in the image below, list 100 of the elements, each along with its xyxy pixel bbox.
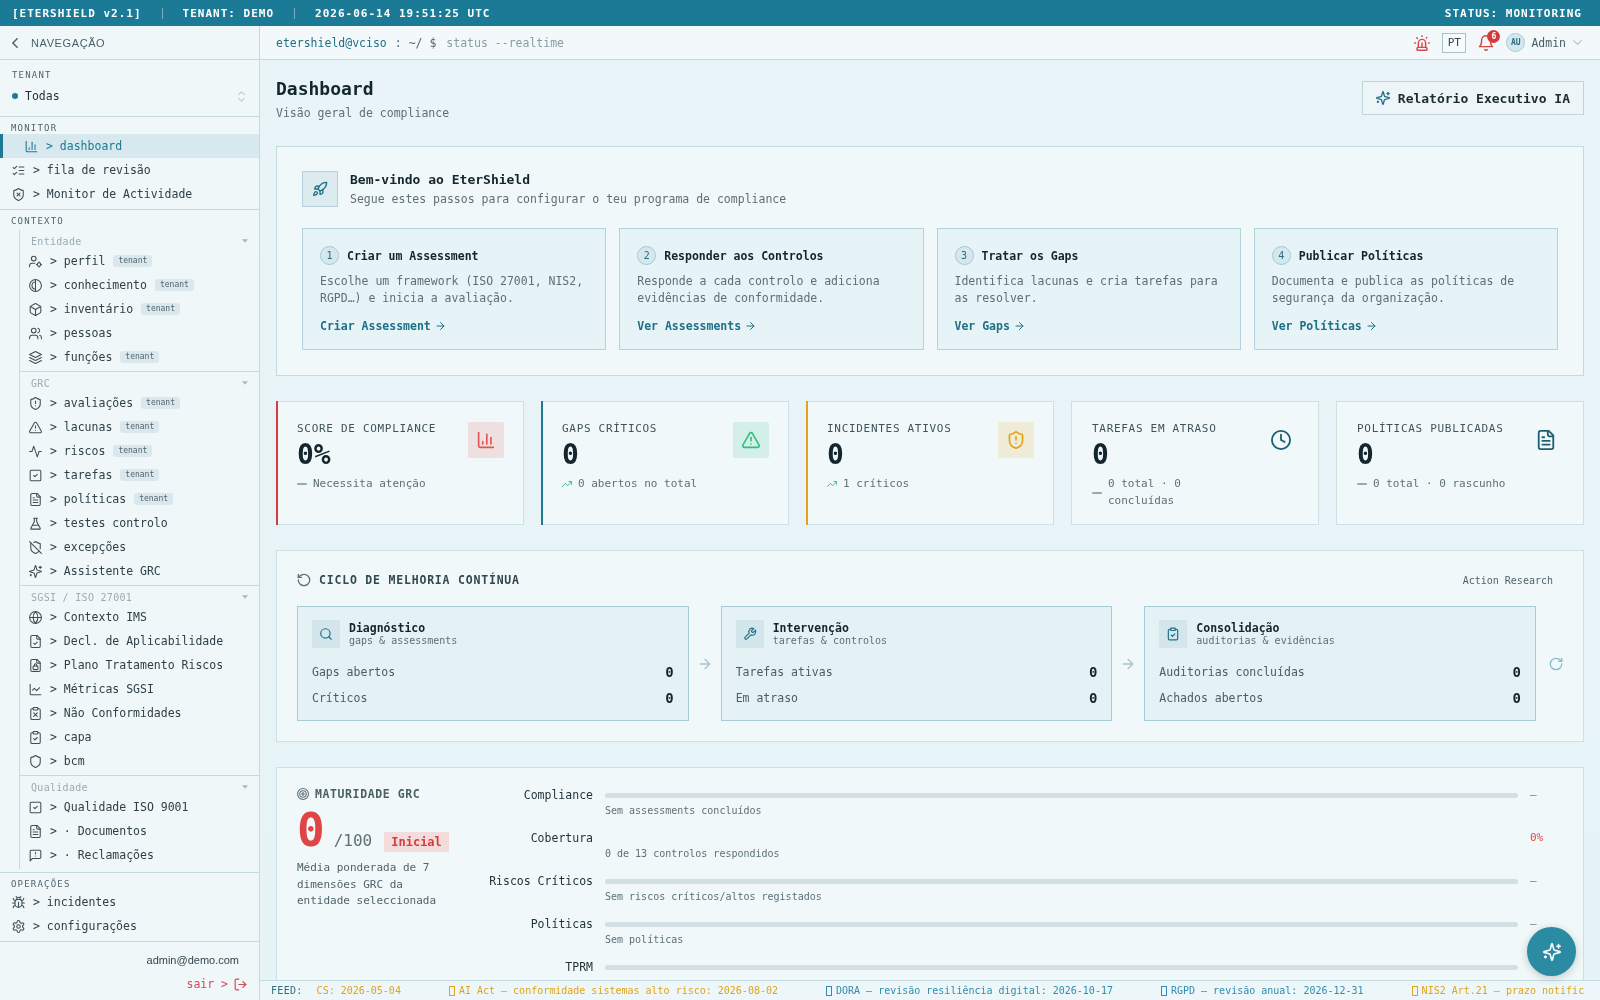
- nav-item[interactable]: > capa: [20, 725, 259, 749]
- kpi-value: 0: [562, 439, 580, 471]
- nav-item[interactable]: > conhecimento: [20, 273, 153, 297]
- scope-tag: tenant: [141, 303, 180, 315]
- warning-triangle-icon: [29, 420, 42, 434]
- nav-item[interactable]: > avaliações: [20, 391, 140, 415]
- dimension-label: Políticas: [530, 916, 593, 933]
- step-link[interactable]: Ver Assessments: [637, 318, 756, 334]
- nav-item[interactable]: > dashboard: [0, 134, 259, 158]
- dimension-caption: Sem políticas: [605, 933, 684, 947]
- step-link[interactable]: Ver Gaps: [954, 318, 1024, 334]
- kpi-note: 0 total · 0 rascunho: [1373, 476, 1506, 492]
- nav-item[interactable]: > Decl. de Aplicabilidade: [20, 629, 259, 653]
- nav-item[interactable]: > · Reclamações: [20, 843, 259, 867]
- nav-item[interactable]: > configurações: [0, 914, 259, 938]
- welcome-title: Bem-vindo ao EterShield: [350, 171, 531, 189]
- back-button[interactable]: NAVEGAÇÃO: [10, 34, 108, 51]
- tenant-select[interactable]: Todas: [12, 85, 245, 107]
- dimension-caption: 0 de 13 controlos respondidos: [605, 847, 780, 861]
- step-title: Criar um Assessment: [347, 248, 479, 263]
- kpi-label: POLÍTICAS PUBLICADAS: [1357, 422, 1505, 436]
- metric-value: 0: [1088, 690, 1098, 706]
- metric-value: 0: [1512, 664, 1521, 680]
- section-label: MONITOR: [10, 122, 59, 134]
- users-icon: [29, 326, 42, 340]
- report-button[interactable]: Relatório Executivo IA: [1361, 81, 1584, 115]
- dimension-label: Riscos Críticos: [489, 873, 593, 890]
- step-link[interactable]: Ver Políticas: [1271, 318, 1376, 334]
- metric-value: 0: [1088, 664, 1098, 680]
- nav-item[interactable]: > incidentes: [0, 890, 259, 914]
- nav-item[interactable]: > Monitor de Actividade: [0, 182, 259, 206]
- square-check-icon: [29, 468, 42, 482]
- nav-item[interactable]: > lacunas: [20, 415, 119, 439]
- logout-button[interactable]: sair >: [186, 976, 247, 992]
- step-description: Escolhe um framework (ISO 27001, NIS2, RGPD…) e inicia a avaliação.: [320, 273, 585, 307]
- step-link[interactable]: Criar Assessment: [320, 318, 445, 334]
- nav-item[interactable]: > funções: [20, 345, 119, 369]
- wrench-icon: [735, 620, 764, 648]
- nav-item[interactable]: > Plano Tratamento Riscos: [20, 653, 259, 677]
- dimension-label: Compliance: [523, 787, 593, 804]
- nav-item[interactable]: > riscos: [20, 439, 112, 463]
- kpi-label: INCIDENTES ATIVOS: [827, 422, 953, 436]
- dimension-value: —: [1530, 873, 1537, 889]
- section-label: TENANT: [12, 69, 53, 81]
- nav-item[interactable]: > perfil: [20, 249, 112, 273]
- nav-item[interactable]: > testes controlo: [20, 511, 259, 535]
- scope-tag: tenant: [120, 421, 160, 433]
- stage-title: Diagnóstico: [349, 621, 427, 635]
- sparkles-icon: [1375, 91, 1390, 105]
- kpi-value: 0%: [297, 439, 332, 471]
- maturity-description: Média ponderada de 7 dimensões GRC da entidade seleccionada: [297, 860, 438, 909]
- siren-icon[interactable]: [1414, 34, 1431, 51]
- step-description: Responde a cada controlo e adiciona evidências de conformidade.: [637, 273, 881, 307]
- step-title: Responder aos Controlos: [664, 248, 824, 263]
- user-gear-icon: [29, 254, 42, 268]
- step-number: 3: [954, 246, 974, 265]
- stage-title: Consolidação: [1196, 621, 1281, 635]
- nav-item[interactable]: > Não Conformidades: [20, 701, 259, 725]
- scope-tag: tenant: [154, 279, 194, 291]
- step-title: Tratar os Gaps: [981, 248, 1079, 263]
- search-icon: [312, 620, 340, 648]
- stage-subtitle: tarefas & controlos: [772, 635, 888, 647]
- nav-item[interactable]: > Qualidade ISO 9001: [20, 795, 259, 819]
- dimension-value: 0%: [1530, 830, 1544, 846]
- nav-item[interactable]: > Métricas SGSI: [20, 677, 259, 701]
- nav-item[interactable]: > excepções: [20, 535, 259, 559]
- kpi-note: 0 total · 0 concluídas: [1108, 476, 1182, 509]
- prompt-user: etershield@vciso: [276, 35, 387, 50]
- nav-item[interactable]: > · Documentos: [20, 819, 259, 843]
- step-number: 1: [320, 246, 339, 265]
- nav-item[interactable]: > políticas: [20, 487, 133, 511]
- arrow-right-icon: [1366, 322, 1376, 330]
- stage-title: Intervenção: [772, 621, 850, 635]
- gear-icon: [12, 919, 25, 933]
- nav-item[interactable]: > bcm: [20, 749, 259, 773]
- nav-item[interactable]: > Contexto IMS: [20, 605, 259, 629]
- bell-icon[interactable]: [1478, 34, 1495, 51]
- section-label: CONTEXTO: [10, 215, 65, 227]
- document-icon: [29, 492, 42, 506]
- page-title: Dashboard: [276, 77, 375, 101]
- nav-item[interactable]: > inventário: [20, 297, 140, 321]
- scope-tag: tenant: [134, 493, 174, 505]
- nav-item[interactable]: > Assistente GRC: [20, 559, 259, 583]
- kpi-value: 0: [827, 439, 845, 471]
- document-icon: [29, 824, 42, 838]
- kpi-label: SCORE DE COMPLIANCE: [297, 422, 438, 436]
- feed-item: AI Act — conformidade sistemas alto risco: 2026-08-02: [458, 985, 778, 996]
- sparkles-icon: [1542, 942, 1561, 961]
- step-description: Documenta e publica as políticas de segurança da organização.: [1271, 273, 1516, 307]
- language-button[interactable]: PT: [1442, 32, 1467, 53]
- nav-item[interactable]: > fila de revisão: [0, 158, 259, 182]
- metric-label: Em atraso: [735, 691, 798, 705]
- nav-item[interactable]: > pessoas: [20, 321, 259, 345]
- arrow-right-icon: [746, 322, 756, 330]
- feed-item: RGPD — revisão anual: 2026-12-31: [1170, 985, 1364, 996]
- maturity-max: /100: [333, 831, 373, 850]
- dimension-value: —: [1530, 787, 1537, 803]
- file-check-icon: [29, 634, 42, 648]
- user-menu-button[interactable]: Admin: [1531, 35, 1582, 50]
- nav-item[interactable]: > tarefas: [20, 463, 119, 487]
